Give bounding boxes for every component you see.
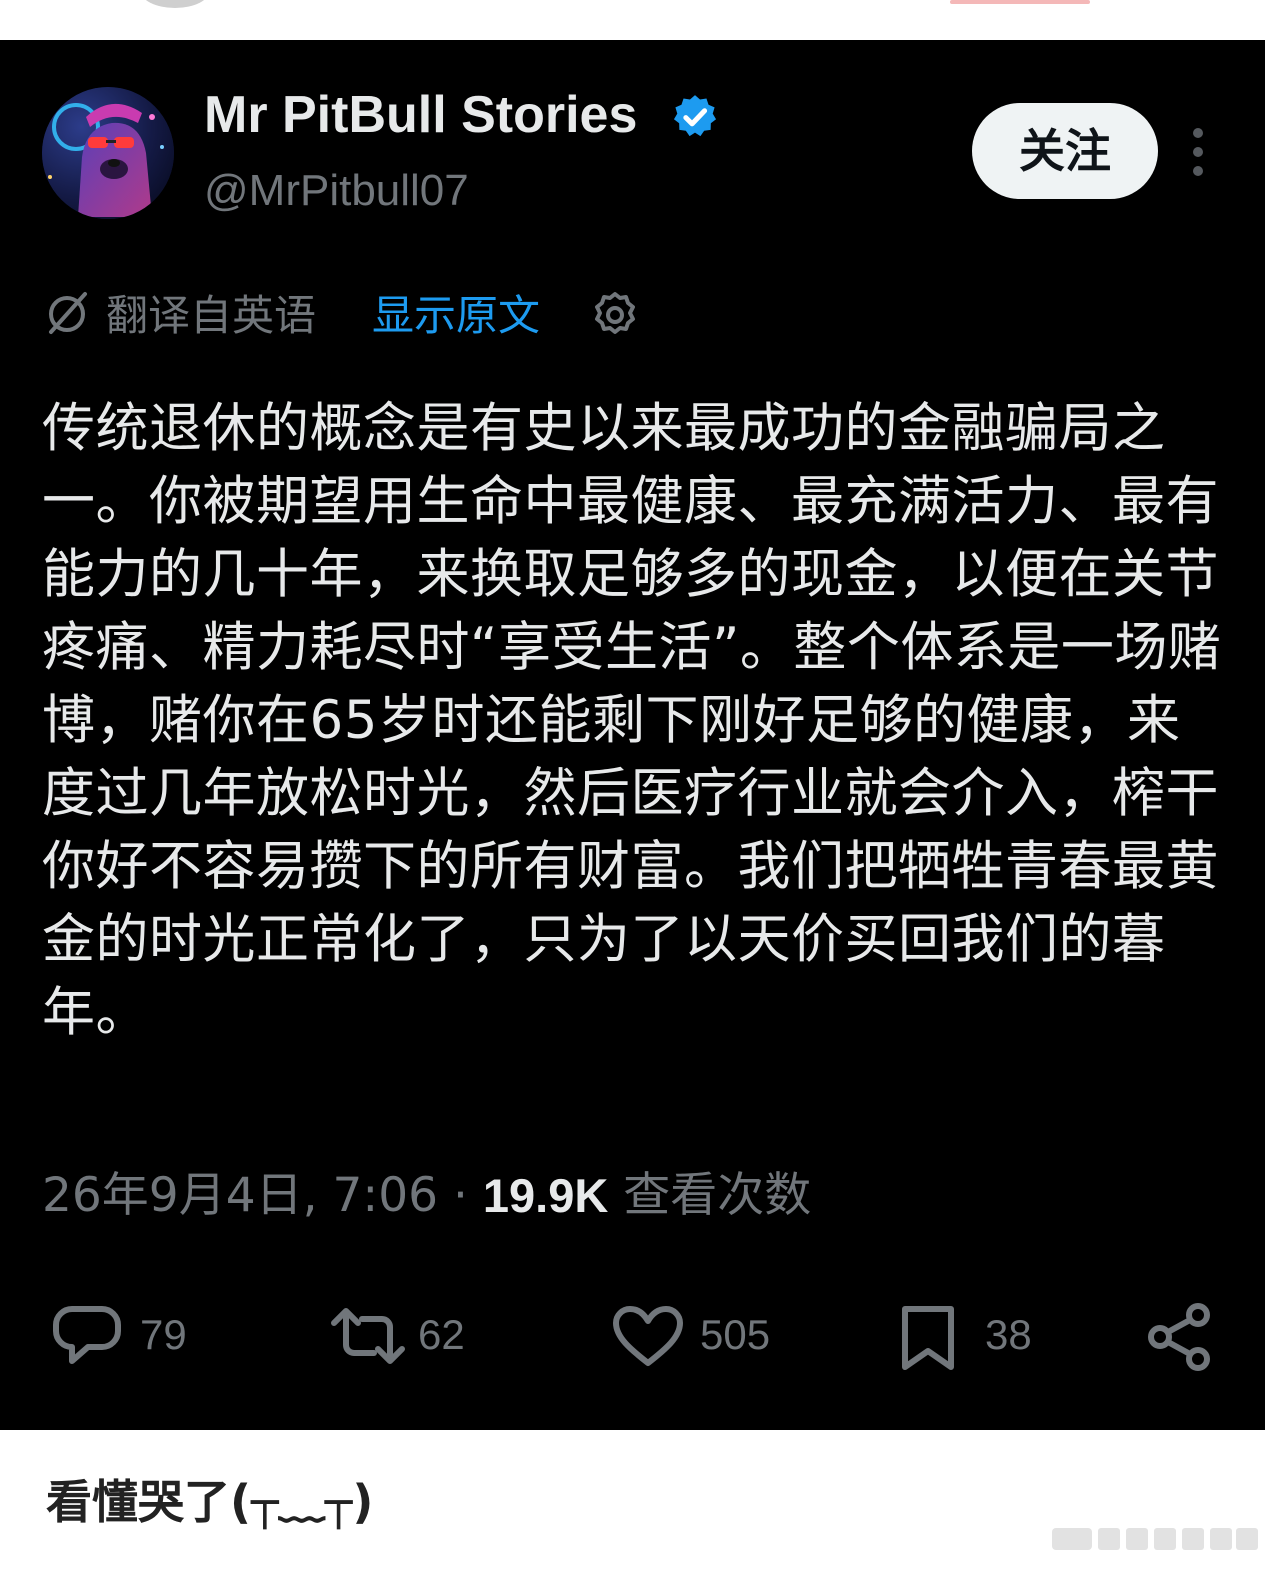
share-icon <box>1148 1303 1210 1371</box>
verified-badge-icon <box>673 95 717 137</box>
bookmark-icon <box>902 1306 954 1370</box>
follow-button[interactable]: 关注 <box>972 103 1158 199</box>
translate-icon <box>49 292 87 334</box>
bookmark-button[interactable]: 38 <box>895 1295 1055 1375</box>
share-button[interactable] <box>1146 1295 1216 1375</box>
watermark-logo-icon <box>1052 1528 1258 1550</box>
repost-icon <box>331 1308 405 1364</box>
more-options-icon[interactable] <box>1184 128 1212 176</box>
cropped-red-bar <box>950 0 1090 4</box>
tweet-meta: 26年9月4日, 7:06 · 19.9K 查看次数 <box>42 1166 811 1226</box>
repost-button[interactable]: 62 <box>328 1295 488 1375</box>
gear-icon[interactable] <box>590 290 640 340</box>
tweet-body-text: 传统退休的概念是有史以来最成功的金融骗局之一。你被期望用生命中最健康、最充满活力… <box>42 398 1222 1043</box>
tweet-timestamp[interactable]: 26年9月4日, 7:06 <box>42 1168 438 1223</box>
bookmark-count: 38 <box>985 1311 1032 1358</box>
reply-count: 79 <box>140 1311 187 1358</box>
tweet-card: Mr PitBull Stories @MrPitbull07 关注 翻译自英语… <box>0 40 1265 1430</box>
reply-button[interactable]: 79 <box>50 1295 200 1375</box>
show-original-link[interactable]: 显示原文 <box>372 288 540 344</box>
view-count: 19.9K <box>482 1169 609 1222</box>
repost-count: 62 <box>418 1311 465 1358</box>
cropped-avatar <box>140 0 210 8</box>
author-avatar[interactable] <box>42 87 174 219</box>
user-comment: 看懂哭了(┬﹏┬) <box>46 1475 374 1529</box>
translation-bar: 翻译自英语 显示原文 <box>42 284 742 348</box>
top-edge-strip <box>0 0 1279 40</box>
reply-icon <box>53 1306 121 1364</box>
like-count: 505 <box>700 1311 771 1358</box>
like-button[interactable]: 505 <box>610 1295 800 1375</box>
author-display-name[interactable]: Mr PitBull Stories <box>204 84 637 146</box>
pitbull-with-sunglasses-avatar-icon <box>42 87 174 219</box>
view-count-label: 查看次数 <box>623 1168 812 1223</box>
meta-separator: · <box>453 1168 468 1223</box>
heart-icon <box>613 1306 683 1366</box>
translated-from-label: 翻译自英语 <box>106 291 317 340</box>
author-handle[interactable]: @MrPitbull07 <box>204 164 469 218</box>
tweet-actions: 79 62 505 38 <box>0 1295 1265 1375</box>
